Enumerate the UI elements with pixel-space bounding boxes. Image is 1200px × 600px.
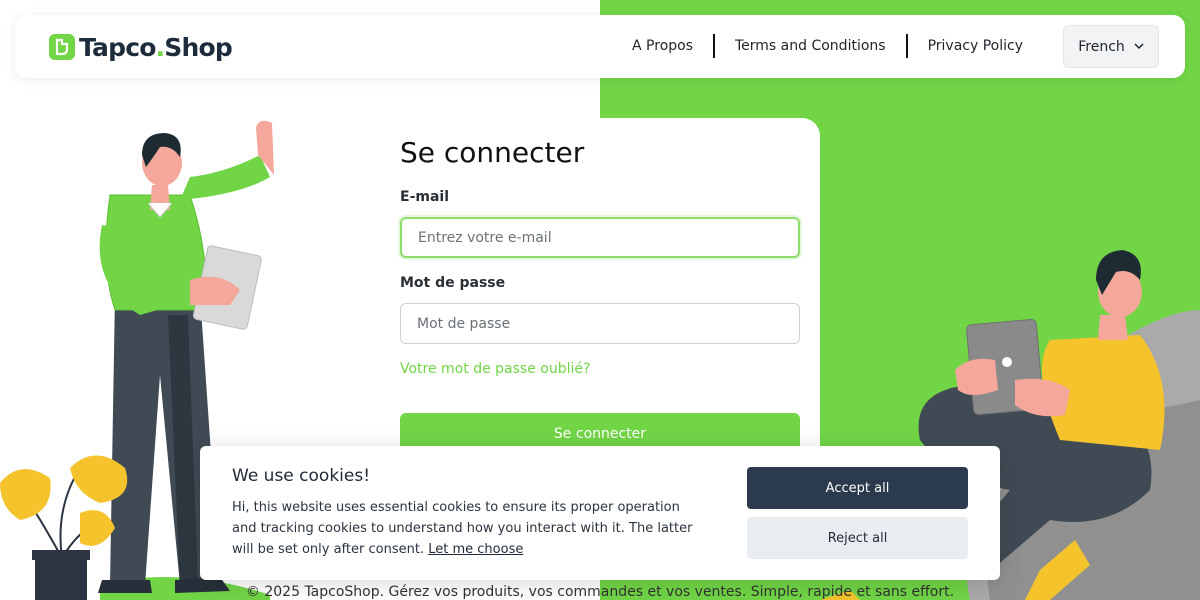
footer-text: © 2025 TapcoShop. Gérez vos produits, vo… [245,584,955,600]
cookie-title: We use cookies! [232,466,371,486]
brand-name-part1: Tapco [79,32,156,62]
brand-dot: . [155,32,165,62]
forgot-password-link[interactable]: Votre mot de passe oublié? [400,361,590,377]
accept-all-button[interactable]: Accept all [747,467,968,509]
top-navbar: Tapco.Shop A Propos Terms and Conditions… [15,15,1185,78]
password-input[interactable] [400,303,800,344]
chevron-down-icon [1134,39,1144,55]
brand-name: Tapco.Shop [79,32,233,62]
login-title: Se connecter [400,136,585,169]
header-nav: A Propos Terms and Conditions Privacy Po… [612,34,1043,58]
nav-link-privacy[interactable]: Privacy Policy [908,34,1043,58]
logo-mark-icon [49,34,75,60]
password-label: Mot de passe [400,275,506,291]
reject-all-button[interactable]: Reject all [747,517,968,559]
language-label: French [1078,38,1125,55]
cookie-choose-link[interactable]: Let me choose [428,542,523,557]
brand-logo[interactable]: Tapco.Shop [49,31,233,63]
potted-plant-illustration [0,455,128,600]
email-input[interactable] [400,217,800,258]
brand-name-part2: Shop [164,32,232,62]
nav-link-terms[interactable]: Terms and Conditions [715,34,906,58]
cookie-description: Hi, this website uses essential cookies … [232,497,700,560]
nav-link-about[interactable]: A Propos [612,34,713,58]
language-selector[interactable]: French [1063,25,1159,68]
email-label: E-mail [400,189,450,205]
cookie-consent-banner: We use cookies! Hi, this website uses es… [200,446,1000,580]
